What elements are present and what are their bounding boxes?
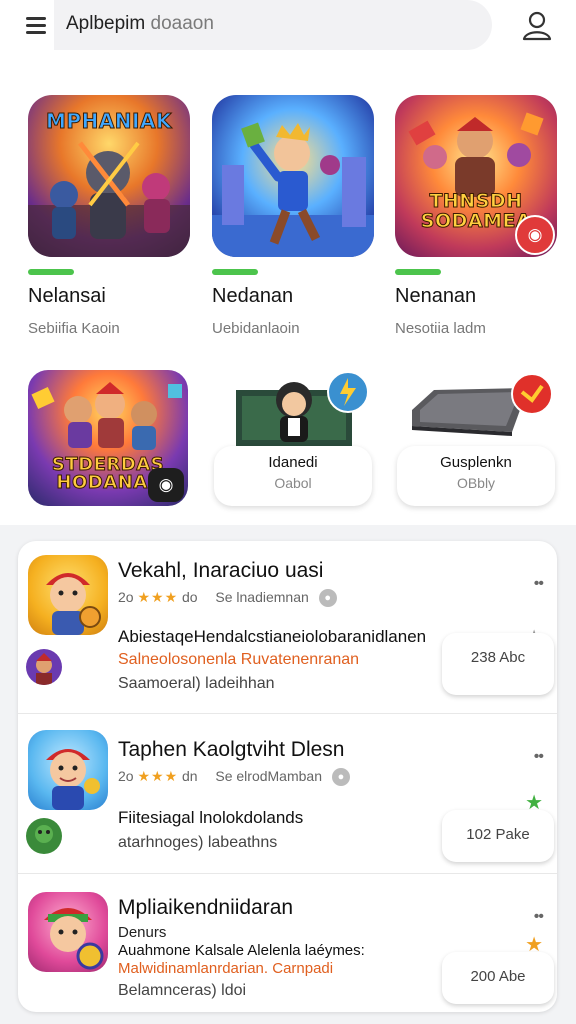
device-illustration (408, 370, 556, 442)
promo-subtitle: Oabol (274, 475, 312, 491)
search-input[interactable]: Aplbepim doaaon (54, 0, 492, 50)
app-icon (28, 730, 108, 810)
app-highlight: Salneolosonenla Ruvatenenranan (118, 651, 360, 668)
game-artwork[interactable]: MPHANIAK (28, 95, 190, 257)
game-artwork[interactable] (212, 95, 374, 257)
game-name: Nelansai (28, 285, 106, 307)
star-icon: ★★★ (137, 768, 179, 784)
app-meta: Denurs (118, 924, 167, 941)
game-subtitle: Nesotiia ladm (395, 320, 486, 337)
app-detail: Belamnceras) ldoi (118, 982, 247, 999)
info-icon[interactable]: ● (318, 589, 337, 608)
profile-icon[interactable] (520, 10, 554, 42)
app-description: Auahmone Kalsale Alelenla laéymes: (118, 942, 365, 959)
app-description: Fiitesiagal lnolokdolands (118, 808, 304, 827)
app-description: AbiestaqeHendalcstianeiolobaranidlanen (118, 627, 427, 646)
rating-number: 2o (118, 589, 134, 605)
app-meta: 2o ★★★ do Se lnadiemnan ● (118, 589, 337, 608)
app-header: Aplbepim doaaon (0, 0, 576, 52)
app-detail: atarhnoges) labeathns (118, 834, 278, 851)
promo-card-1[interactable]: Idanedi Oabol (214, 446, 372, 506)
game-banner[interactable]: STDERDAS HODANAL ◉ (28, 370, 188, 506)
game-name: Nedanan (212, 285, 294, 307)
promo-title: Idanedi (268, 454, 318, 471)
more-icon[interactable]: •• (534, 748, 544, 766)
search-placeholder: doaaon (150, 13, 214, 34)
featured-game-3[interactable]: THNSDH SODAMEA ◉ Nenanan Nesotiia ladm (395, 95, 557, 337)
game-name: Nenanan (395, 285, 477, 307)
featured-game-2[interactable]: Nedanan Uebidanlaoin (212, 95, 374, 337)
price-button[interactable]: 200 Abe (442, 952, 554, 1004)
game-subtitle: Uebidanlaoin (212, 320, 300, 337)
meta-a: do (182, 589, 198, 605)
character-illustration (236, 370, 369, 446)
app-title: Mpliaikendniidaran (118, 896, 294, 919)
list-item[interactable]: Mpliaikendniidaran Denurs Auahmone Kalsa… (18, 873, 557, 1012)
progress-bar (395, 269, 441, 275)
hamburger-menu-icon[interactable] (24, 12, 50, 38)
camera-icon[interactable]: ◉ (148, 468, 184, 502)
star-icon: ★★★ (137, 589, 179, 605)
promo-subtitle: OBbly (456, 475, 496, 491)
search-value: Aplbepim (66, 13, 146, 34)
more-icon[interactable]: •• (534, 908, 544, 926)
list-item[interactable]: Vekahl, Inaraciuo uasi 2o ★★★ do Se lnad… (18, 541, 557, 713)
app-icon (28, 555, 108, 635)
promo-card-2[interactable]: Gusplenkn OBbly (397, 446, 555, 506)
avatar (26, 649, 62, 685)
rating-number: 2o (118, 768, 134, 784)
meta-b: Se elrodMamban (215, 768, 322, 784)
meta-a: dn (182, 768, 198, 784)
game-subtitle: Sebiifia Kaoin (28, 320, 120, 337)
avatar (26, 818, 62, 854)
promo-title: Gusplenkn (440, 454, 512, 471)
price-button[interactable]: 102 Pake (442, 810, 554, 862)
app-title: Taphen Kaolgtviht Dlesn (118, 738, 345, 761)
more-icon[interactable]: •• (534, 575, 544, 593)
meta-b: Se lnadiemnan (215, 589, 309, 605)
app-meta: 2o ★★★ dn Se elrodMamban ● (118, 768, 350, 787)
app-detail: Saamoeral) ladeihhan (118, 675, 275, 692)
progress-bar (28, 269, 74, 275)
progress-bar (212, 269, 258, 275)
info-icon[interactable]: ● (331, 768, 350, 787)
list-item[interactable]: Taphen Kaolgtviht Dlesn 2o ★★★ dn Se elr… (18, 713, 557, 873)
app-title: Vekahl, Inaraciuo uasi (118, 559, 324, 582)
featured-game-1[interactable]: MPHANIAK Nelansai Sebiifia Kaoin (28, 95, 190, 337)
price-button[interactable]: 238 Abc (442, 633, 554, 695)
app-list: Vekahl, Inaraciuo uasi 2o ★★★ do Se lnad… (18, 541, 557, 1012)
app-highlight: Malwidinamlanrdarian. Carnpadi (118, 960, 334, 977)
camera-icon[interactable]: ◉ (515, 215, 555, 255)
game-artwork[interactable]: THNSDH SODAMEA ◉ (395, 95, 557, 257)
app-icon (28, 892, 108, 972)
